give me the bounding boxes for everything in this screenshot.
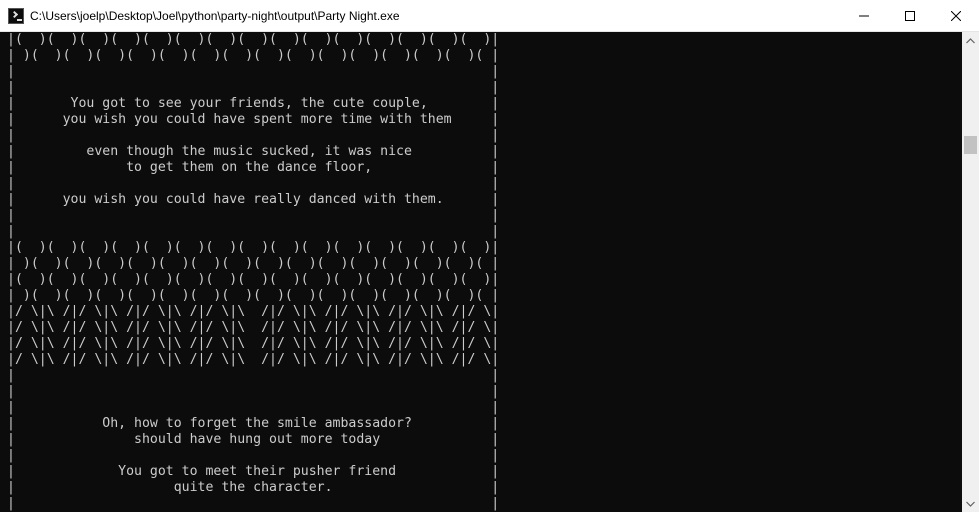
console-line: | | (7, 224, 500, 239)
console-line: | Oh, how to forget the smile ambassador… (7, 416, 500, 431)
title-bar[interactable]: C:\Users\joelp\Desktop\Joel\python\party… (0, 0, 979, 32)
console-line: | you wish you could have really danced … (7, 192, 500, 207)
console-line: |( )( )( )( )( )( )( )( )( )( )( )( )( )… (7, 272, 500, 287)
console-line: | )( )( )( )( )( )( )( )( )( )( )( )( )(… (7, 288, 500, 303)
console-line: | quite the character. | (7, 480, 500, 495)
console-line: | | (7, 176, 500, 191)
console-app-icon[interactable] (8, 7, 24, 24)
console-line: | You got to see your friends, the cute … (7, 96, 500, 111)
maximize-icon (905, 10, 915, 21)
console-line: | | (7, 400, 500, 415)
console-line: |/ \|\ /|/ \|\ /|/ \|\ /|/ \|\ /|/ \|\ /… (7, 352, 500, 367)
console-line: |/ \|\ /|/ \|\ /|/ \|\ /|/ \|\ /|/ \|\ /… (7, 320, 500, 335)
console-line: | to get them on the dance floor, | (7, 160, 500, 175)
scroll-thumb[interactable] (964, 136, 977, 154)
console-line: | | (7, 64, 500, 79)
scroll-down-arrow-icon (966, 501, 975, 507)
console-line: | | (7, 384, 500, 399)
console-line: |/ \|\ /|/ \|\ /|/ \|\ /|/ \|\ /|/ \|\ /… (7, 336, 500, 351)
console-line: | You got to meet their pusher friend | (7, 464, 500, 479)
console-line: | you wish you could have spent more tim… (7, 112, 500, 127)
console-line: | | (7, 128, 500, 143)
scroll-up-button[interactable] (962, 32, 979, 49)
scroll-up-arrow-icon (966, 37, 975, 43)
console-output[interactable]: |( )( )( )( )( )( )( )( )( )( )( )( )( )… (0, 32, 962, 512)
window-controls (841, 0, 979, 31)
minimize-button[interactable] (841, 0, 887, 31)
console-line: |( )( )( )( )( )( )( )( )( )( )( )( )( )… (7, 32, 500, 47)
console-line: | should have hung out more today | (7, 432, 500, 447)
console-line: | | (7, 80, 500, 95)
scroll-down-button[interactable] (962, 495, 979, 512)
console-line: | | (7, 208, 500, 223)
console-line: | | (7, 368, 500, 383)
maximize-button[interactable] (887, 0, 933, 31)
console-line: | )( )( )( )( )( )( )( )( )( )( )( )( )(… (7, 48, 500, 63)
console-line: | )( )( )( )( )( )( )( )( )( )( )( )( )(… (7, 256, 500, 271)
window-title: C:\Users\joelp\Desktop\Joel\python\party… (30, 8, 400, 23)
close-icon (951, 10, 961, 21)
console-text: |( )( )( )( )( )( )( )( )( )( )( )( )( )… (0, 32, 962, 512)
close-button[interactable] (933, 0, 979, 31)
console-line: | even though the music sucked, it was n… (7, 144, 500, 159)
minimize-icon (859, 15, 869, 16)
vertical-scrollbar[interactable] (962, 32, 979, 512)
console-line: | | (7, 496, 500, 511)
console-line: | | (7, 448, 500, 463)
console-line: |( )( )( )( )( )( )( )( )( )( )( )( )( )… (7, 240, 500, 255)
console-line: |/ \|\ /|/ \|\ /|/ \|\ /|/ \|\ /|/ \|\ /… (7, 304, 500, 319)
